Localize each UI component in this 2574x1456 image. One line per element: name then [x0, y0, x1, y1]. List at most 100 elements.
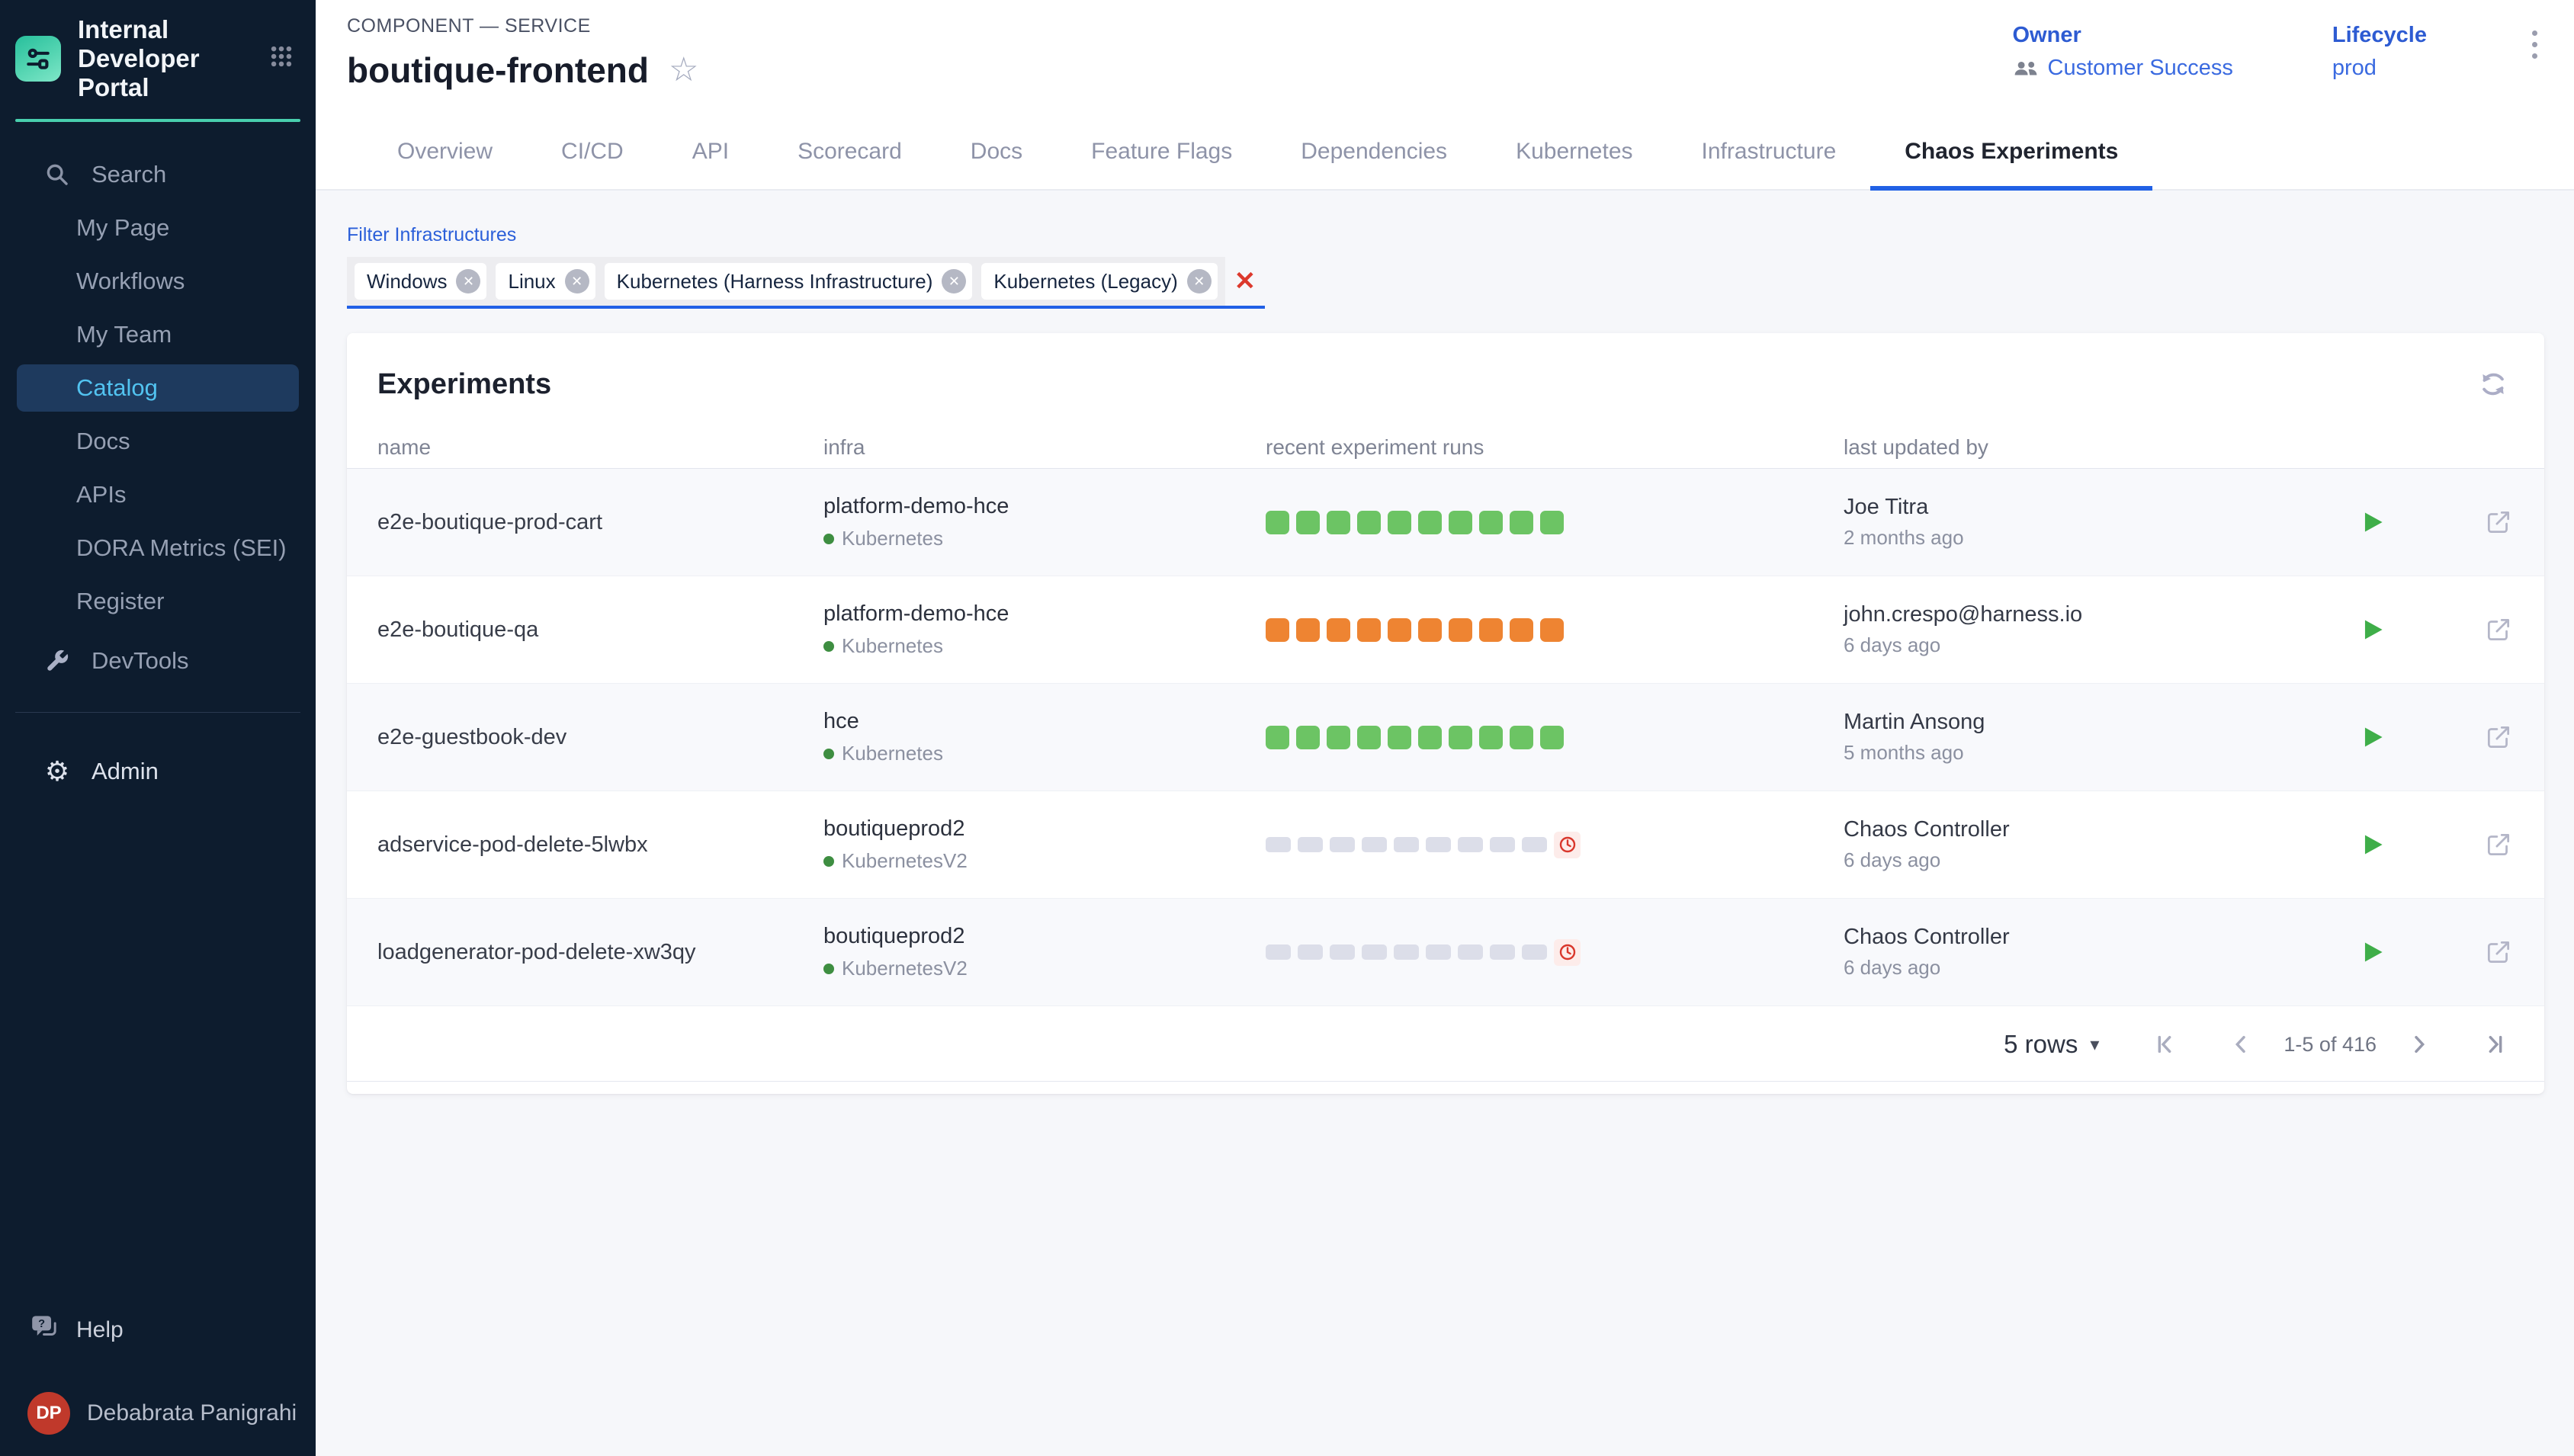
run-experiment-play-icon[interactable]: [2356, 721, 2388, 753]
scheduled-clock-icon[interactable]: [1554, 939, 1581, 966]
owner-link[interactable]: Customer Success: [2048, 56, 2233, 81]
tab-api[interactable]: API: [658, 114, 763, 189]
run-experiment-play-icon[interactable]: [2356, 829, 2388, 861]
run-square-failed[interactable]: [1296, 618, 1320, 642]
tab-overview[interactable]: Overview: [363, 114, 527, 189]
run-square-pending[interactable]: [1490, 837, 1515, 852]
open-experiment-icon[interactable]: [2481, 827, 2516, 862]
open-experiment-icon[interactable]: [2481, 505, 2516, 540]
run-square-failed[interactable]: [1479, 618, 1503, 642]
run-experiment-play-icon[interactable]: [2356, 936, 2388, 968]
run-square-pending[interactable]: [1266, 944, 1291, 960]
run-square-pending[interactable]: [1394, 944, 1419, 960]
run-square-pending[interactable]: [1298, 837, 1323, 852]
run-square-failed[interactable]: [1327, 618, 1350, 642]
tab-docs[interactable]: Docs: [936, 114, 1057, 189]
sidebar-item-devtools[interactable]: DevTools: [0, 634, 316, 688]
run-square-failed[interactable]: [1510, 618, 1533, 642]
run-experiment-play-icon[interactable]: [2356, 614, 2388, 646]
rows-per-page-select[interactable]: 5 rows ▾: [2004, 1030, 2099, 1059]
run-square-passed[interactable]: [1540, 511, 1564, 534]
run-square-passed[interactable]: [1479, 511, 1503, 534]
next-page-icon[interactable]: [2402, 1028, 2436, 1061]
run-square-passed[interactable]: [1418, 511, 1442, 534]
tab-feature-flags[interactable]: Feature Flags: [1057, 114, 1266, 189]
run-square-passed[interactable]: [1418, 726, 1442, 749]
tab-kubernetes[interactable]: Kubernetes: [1481, 114, 1667, 189]
chip-remove-icon[interactable]: ✕: [565, 269, 589, 293]
infrastructure-filter-input[interactable]: Windows ✕ Linux ✕ Kubernetes (Harness In…: [347, 257, 1265, 309]
favorite-star-icon[interactable]: ☆: [669, 53, 698, 87]
run-experiment-play-icon[interactable]: [2356, 506, 2388, 538]
prev-page-icon[interactable]: [2224, 1028, 2258, 1061]
run-square-passed[interactable]: [1357, 726, 1381, 749]
run-square-pending[interactable]: [1362, 837, 1387, 852]
run-square-pending[interactable]: [1426, 944, 1451, 960]
run-square-pending[interactable]: [1330, 944, 1355, 960]
run-square-pending[interactable]: [1394, 837, 1419, 852]
run-square-passed[interactable]: [1327, 726, 1350, 749]
run-square-pending[interactable]: [1426, 837, 1451, 852]
filter-infrastructures-label[interactable]: Filter Infrastructures: [347, 224, 2544, 246]
run-square-passed[interactable]: [1449, 511, 1472, 534]
tab-dependencies[interactable]: Dependencies: [1266, 114, 1481, 189]
run-square-passed[interactable]: [1510, 511, 1533, 534]
run-square-passed[interactable]: [1449, 726, 1472, 749]
first-page-icon[interactable]: [2148, 1028, 2181, 1061]
tab-cicd[interactable]: CI/CD: [527, 114, 658, 189]
run-square-failed[interactable]: [1357, 618, 1381, 642]
scheduled-clock-icon[interactable]: [1554, 832, 1581, 858]
open-experiment-icon[interactable]: [2481, 612, 2516, 647]
chip-remove-icon[interactable]: ✕: [942, 269, 966, 293]
last-page-icon[interactable]: [2479, 1028, 2512, 1061]
sidebar-item-apis[interactable]: APIs: [0, 468, 316, 521]
sidebar-item-my-team[interactable]: My Team: [0, 308, 316, 361]
run-square-passed[interactable]: [1296, 726, 1320, 749]
run-square-pending[interactable]: [1362, 944, 1387, 960]
chip-remove-icon[interactable]: ✕: [456, 269, 480, 293]
sidebar-item-my-page[interactable]: My Page: [0, 201, 316, 255]
run-square-failed[interactable]: [1449, 618, 1472, 642]
run-square-pending[interactable]: [1330, 837, 1355, 852]
user-menu[interactable]: DP Debabrata Panigrahi: [0, 1383, 316, 1444]
run-square-pending[interactable]: [1266, 837, 1291, 852]
sidebar-item-catalog[interactable]: Catalog: [17, 364, 299, 412]
clear-filters-icon[interactable]: ✕: [1225, 257, 1265, 306]
run-square-passed[interactable]: [1266, 511, 1289, 534]
apps-grid-icon[interactable]: [264, 39, 299, 78]
sidebar-item-help[interactable]: ? Help: [0, 1305, 316, 1355]
run-square-passed[interactable]: [1540, 726, 1564, 749]
tab-infrastructure[interactable]: Infrastructure: [1667, 114, 1871, 189]
run-square-pending[interactable]: [1458, 837, 1483, 852]
sidebar-item-docs[interactable]: Docs: [0, 415, 316, 468]
refresh-icon[interactable]: [2474, 365, 2512, 403]
open-experiment-icon[interactable]: [2481, 935, 2516, 970]
run-square-passed[interactable]: [1479, 726, 1503, 749]
tab-scorecard[interactable]: Scorecard: [763, 114, 936, 189]
run-square-failed[interactable]: [1418, 618, 1442, 642]
run-square-passed[interactable]: [1357, 511, 1381, 534]
run-square-passed[interactable]: [1510, 726, 1533, 749]
run-square-pending[interactable]: [1298, 944, 1323, 960]
run-square-failed[interactable]: [1388, 618, 1411, 642]
tab-chaos-experiments[interactable]: Chaos Experiments: [1870, 114, 2152, 189]
run-square-pending[interactable]: [1522, 837, 1547, 852]
run-square-failed[interactable]: [1540, 618, 1564, 642]
sidebar-item-search[interactable]: Search: [0, 148, 316, 201]
chip-remove-icon[interactable]: ✕: [1187, 269, 1212, 293]
sidebar-item-admin[interactable]: ⚙ Admin: [0, 745, 316, 798]
filter-chips[interactable]: Windows ✕ Linux ✕ Kubernetes (Harness In…: [347, 257, 1225, 306]
run-square-passed[interactable]: [1388, 726, 1411, 749]
run-square-pending[interactable]: [1490, 944, 1515, 960]
run-square-passed[interactable]: [1266, 726, 1289, 749]
run-square-passed[interactable]: [1327, 511, 1350, 534]
sidebar-item-workflows[interactable]: Workflows: [0, 255, 316, 308]
more-options-kebab-icon[interactable]: [2526, 23, 2544, 66]
sidebar-item-register[interactable]: Register: [0, 575, 316, 628]
run-square-passed[interactable]: [1388, 511, 1411, 534]
run-square-pending[interactable]: [1458, 944, 1483, 960]
open-experiment-icon[interactable]: [2481, 720, 2516, 755]
run-square-failed[interactable]: [1266, 618, 1289, 642]
run-square-passed[interactable]: [1296, 511, 1320, 534]
run-square-pending[interactable]: [1522, 944, 1547, 960]
